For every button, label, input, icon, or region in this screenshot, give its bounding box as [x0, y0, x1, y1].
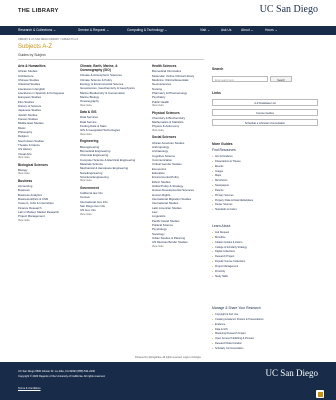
find-resources-heading: Find Resources — [212, 148, 236, 152]
terms-link[interactable]: Terms & Conditions — [18, 387, 41, 390]
view-more-link[interactable]: View more — [18, 156, 62, 159]
view-more-link[interactable]: View more — [80, 179, 124, 182]
view-more-link[interactable]: View more — [152, 129, 196, 132]
learn-about-list: Ask RequestBrowZineCitation Guides & Zot… — [212, 231, 318, 279]
view-more-link[interactable]: View more — [80, 213, 124, 216]
footer-copyright: Copyright © 2020 Regents of the Universi… — [18, 375, 106, 378]
subject-link[interactable]: Mechanical & Aerospace Engineering — [80, 166, 128, 170]
footer-address: UC San Diego 9500 Gilman Dr. La Jolla, C… — [18, 370, 95, 373]
breadcrumb[interactable]: LIBRARY & UC SAN DIEGO LIBRARY / SUBJECT… — [18, 38, 78, 41]
schedule-consultation-button[interactable]: Schedule a Librarian Consultation — [212, 119, 318, 126]
section-heading: Climate, Earth, Marine, & Oceanography (… — [80, 64, 118, 72]
sidebar-link[interactable]: Study Skills — [212, 275, 318, 280]
site-title[interactable]: THE LIBRARY — [18, 8, 59, 14]
view-more-link[interactable]: View more — [80, 133, 124, 136]
view-more-link[interactable]: View more — [152, 245, 196, 248]
section-heading: Health Sciences — [152, 64, 177, 68]
subject-link[interactable]: Geosciences, Geochemistry & Geophysics — [80, 86, 135, 90]
view-more-link[interactable]: View more — [152, 104, 196, 107]
view-more-link[interactable]: View more — [80, 104, 124, 107]
section-heading: Social Sciences — [152, 135, 177, 140]
manage-share-heading: Manage & Share Your Research — [212, 306, 261, 310]
subject-link[interactable]: Climate & Atmospheric Sciences — [80, 73, 124, 77]
page-subtitle: Guides by Subject — [18, 53, 46, 57]
links-heading: Links — [212, 91, 221, 95]
nav-visit[interactable]: Visit ⌄ — [200, 28, 210, 32]
section-heading: Biological Sciences — [18, 162, 48, 167]
sidebar-link[interactable]: Scholarly Communication — [212, 347, 318, 352]
section-heading: Engineering — [80, 139, 99, 144]
ucsd-logo[interactable]: UC San Diego — [260, 4, 318, 15]
site-header: THE LIBRARY UC San Diego — [0, 0, 336, 24]
nav-hours[interactable]: Hours ⌄ — [265, 28, 277, 32]
sidebar-link[interactable]: Standards & Codes — [212, 208, 318, 213]
section-heading: Physical Sciences — [152, 110, 180, 115]
view-more-link[interactable]: View more — [18, 219, 62, 222]
nav-service-request[interactable]: Service & Request ⌄ — [78, 28, 109, 32]
search-input[interactable]: Enter search term — [212, 76, 268, 82]
learn-about-heading: Learn About — [212, 224, 231, 228]
section-heading: Data & GIS — [80, 110, 97, 115]
search-button[interactable]: Search — [270, 76, 292, 82]
section-heading: Business — [18, 178, 33, 183]
divider — [18, 59, 204, 60]
az-database-list-button[interactable]: A-Z Database List — [212, 99, 318, 106]
subject-column-3: Health Sciences Biomedical Informatics Mol… — [152, 64, 196, 251]
section-heading: Government — [80, 185, 99, 190]
manage-share-list: Copyright & Fair UseCreating Academic Po… — [212, 313, 318, 352]
nav-computing-technology[interactable]: Computing & Technology ⌄ — [127, 28, 167, 32]
find-resources-list: Arts & NewlinesDissertations & ThesesEbo… — [212, 155, 318, 213]
course-guides-button[interactable]: Course Guides — [212, 109, 318, 116]
site-footer: UC San Diego 9500 Gilman Dr. La Jolla, C… — [0, 362, 336, 400]
section-heading: Arts & Humanities — [18, 64, 46, 68]
main-nav: Research & Collections ⌄ Service & Reque… — [0, 26, 336, 35]
nav-ask-us[interactable]: Ask Us — [221, 28, 231, 32]
subject-column-1: Arts & Humanities African Studies Architec… — [18, 64, 64, 225]
more-guides-heading: More Guides — [212, 142, 233, 146]
subject-column-2: Climate, Earth, Marine, & Oceanography (… — [80, 64, 135, 219]
feedback-badge-icon[interactable] — [316, 390, 324, 398]
powered-by-text[interactable]: Powered by Springshare. All rights reser… — [0, 356, 336, 359]
page-title: Subjects A-Z — [18, 44, 53, 50]
footer-logo[interactable]: UC San Diego — [266, 368, 319, 378]
nav-about[interactable]: About ⌄ — [241, 28, 253, 32]
view-more-link[interactable]: View more — [18, 172, 62, 175]
nav-research-collections[interactable]: Research & Collections ⌄ — [18, 28, 56, 32]
search-heading: Search — [212, 67, 224, 71]
